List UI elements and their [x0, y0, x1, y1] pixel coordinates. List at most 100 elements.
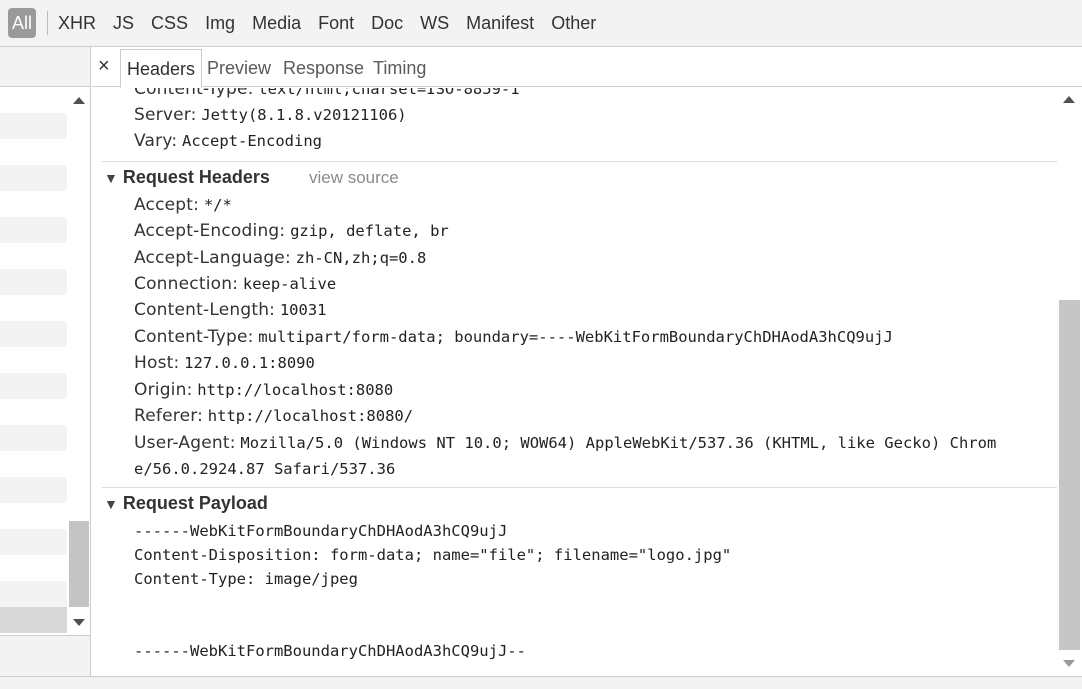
- header-value: zh-CN,zh;q=0.8: [295, 249, 427, 267]
- status-bar: [0, 676, 1082, 689]
- header-value: http://localhost:8080/: [207, 407, 414, 425]
- header-key: User-Agent:: [134, 433, 236, 453]
- request-payload-section-title[interactable]: ▼ Request Payload: [104, 493, 268, 514]
- header-row: Content-Type: text/html;charset=ISO-8859…: [134, 88, 520, 99]
- filter-doc[interactable]: Doc: [371, 8, 403, 38]
- scroll-down-arrow-icon[interactable]: [1063, 660, 1075, 667]
- header-value: http://localhost:8080: [197, 381, 394, 399]
- request-rows: [0, 87, 67, 633]
- request-row[interactable]: [0, 139, 67, 165]
- tab-timing[interactable]: Timing: [373, 58, 426, 79]
- tab-preview[interactable]: Preview: [207, 58, 271, 79]
- request-row[interactable]: [0, 269, 67, 295]
- header-value-continuation: e/56.0.2924.87 Safari/537.36: [134, 460, 396, 478]
- request-row[interactable]: [0, 321, 67, 347]
- scroll-up-arrow-icon[interactable]: [1063, 96, 1075, 103]
- scroll-up-arrow-icon[interactable]: [73, 97, 85, 104]
- payload-line: ------WebKitFormBoundaryChDHAodA3hCQ9ujJ: [134, 522, 508, 540]
- scrollbar-thumb[interactable]: [1059, 300, 1080, 650]
- header-row: Accept-Language: zh-CN,zh;q=0.8: [134, 248, 426, 268]
- close-icon[interactable]: ×: [98, 55, 110, 78]
- filter-xhr[interactable]: XHR: [58, 8, 96, 38]
- header-key: Accept-Encoding:: [134, 221, 286, 241]
- header-value: Mozilla/5.0 (Windows NT 10.0; WOW64) App…: [240, 434, 997, 452]
- header-row: Host: 127.0.0.1:8090: [134, 353, 315, 373]
- request-row[interactable]: [0, 373, 67, 399]
- request-row[interactable]: [0, 451, 67, 477]
- request-row[interactable]: [0, 347, 67, 373]
- filter-other[interactable]: Other: [551, 8, 596, 38]
- request-row[interactable]: [0, 581, 67, 607]
- header-key: Referer:: [134, 406, 204, 426]
- header-row: Content-Type: multipart/form-data; bound…: [134, 327, 893, 347]
- header-key: Server:: [134, 105, 197, 125]
- tab-response[interactable]: Response: [283, 58, 364, 79]
- detail-tabs: × Headers Preview Response Timing: [92, 47, 1082, 88]
- request-row[interactable]: [0, 399, 67, 425]
- header-row: Vary: Accept-Encoding: [134, 131, 322, 151]
- payload-line: ------WebKitFormBoundaryChDHAodA3hCQ9ujJ…: [134, 642, 526, 660]
- filter-ws[interactable]: WS: [420, 8, 449, 38]
- request-row-selected[interactable]: [0, 607, 67, 633]
- header-row: User-Agent: Mozilla/5.0 (Windows NT 10.0…: [134, 433, 996, 453]
- payload-line: Content-Disposition: form-data; name="fi…: [134, 546, 732, 564]
- request-row[interactable]: [0, 477, 67, 503]
- header-row: Accept: */*: [134, 195, 232, 215]
- request-list-header: [0, 47, 90, 87]
- request-row[interactable]: [0, 191, 67, 217]
- request-row[interactable]: [0, 295, 67, 321]
- header-row: Connection: keep-alive: [134, 274, 336, 294]
- header-value: text/html;charset=ISO-8859-1: [258, 88, 520, 98]
- filter-img[interactable]: Img: [205, 8, 235, 38]
- request-row[interactable]: [0, 555, 67, 581]
- filter-media[interactable]: Media: [252, 8, 301, 38]
- header-key: Content-Type:: [134, 327, 254, 347]
- request-row[interactable]: [0, 217, 67, 243]
- header-row: Referer: http://localhost:8080/: [134, 406, 413, 426]
- header-row: Content-Length: 10031: [134, 300, 327, 320]
- request-row[interactable]: [0, 425, 67, 451]
- header-value: 127.0.0.1:8090: [184, 354, 315, 372]
- header-key: Connection:: [134, 274, 239, 294]
- filter-manifest[interactable]: Manifest: [466, 8, 534, 38]
- header-row: Origin: http://localhost:8080: [134, 380, 393, 400]
- header-row: Accept-Encoding: gzip, deflate, br: [134, 221, 449, 241]
- header-value: multipart/form-data; boundary=----WebKit…: [258, 328, 893, 346]
- triangle-down-icon: ▼: [104, 170, 118, 186]
- request-list-footer: [0, 635, 90, 676]
- header-key: Vary:: [134, 131, 178, 151]
- request-row[interactable]: [0, 113, 67, 139]
- header-row: Server: Jetty(8.1.8.v20121106): [134, 105, 407, 125]
- filter-all[interactable]: All: [8, 8, 37, 38]
- header-key: Accept-Language:: [134, 248, 291, 268]
- filter-separator: [47, 11, 49, 35]
- request-headers-section-title[interactable]: ▼ Request Headers: [104, 167, 270, 188]
- request-row[interactable]: [0, 243, 67, 269]
- headers-panel: Content-Type: text/html;charset=ISO-8859…: [92, 88, 1057, 676]
- filter-css[interactable]: CSS: [151, 8, 188, 38]
- section-divider: [102, 487, 1057, 488]
- filter-js[interactable]: JS: [113, 8, 134, 38]
- request-list: [0, 47, 91, 676]
- header-key: Origin:: [134, 380, 193, 400]
- request-row[interactable]: [0, 529, 67, 555]
- header-key: Content-Type:: [134, 88, 254, 99]
- header-key: Accept:: [134, 195, 200, 215]
- section-divider: [102, 161, 1057, 162]
- header-value: gzip, deflate, br: [290, 222, 449, 240]
- view-source-link[interactable]: view source: [309, 168, 399, 188]
- header-key: Content-Length:: [134, 300, 276, 320]
- filter-font[interactable]: Font: [318, 8, 354, 38]
- header-value: */*: [203, 196, 232, 214]
- request-list-scrollbar[interactable]: [67, 87, 90, 635]
- request-row[interactable]: [0, 87, 67, 113]
- scrollbar-thumb[interactable]: [69, 521, 89, 607]
- scroll-down-arrow-icon[interactable]: [73, 619, 85, 626]
- request-row[interactable]: [0, 503, 67, 529]
- header-key: Host:: [134, 353, 180, 373]
- tab-headers[interactable]: Headers: [120, 49, 203, 88]
- request-row[interactable]: [0, 165, 67, 191]
- header-value: Accept-Encoding: [182, 132, 322, 150]
- header-value: keep-alive: [242, 275, 337, 293]
- headers-scrollbar[interactable]: [1057, 88, 1082, 676]
